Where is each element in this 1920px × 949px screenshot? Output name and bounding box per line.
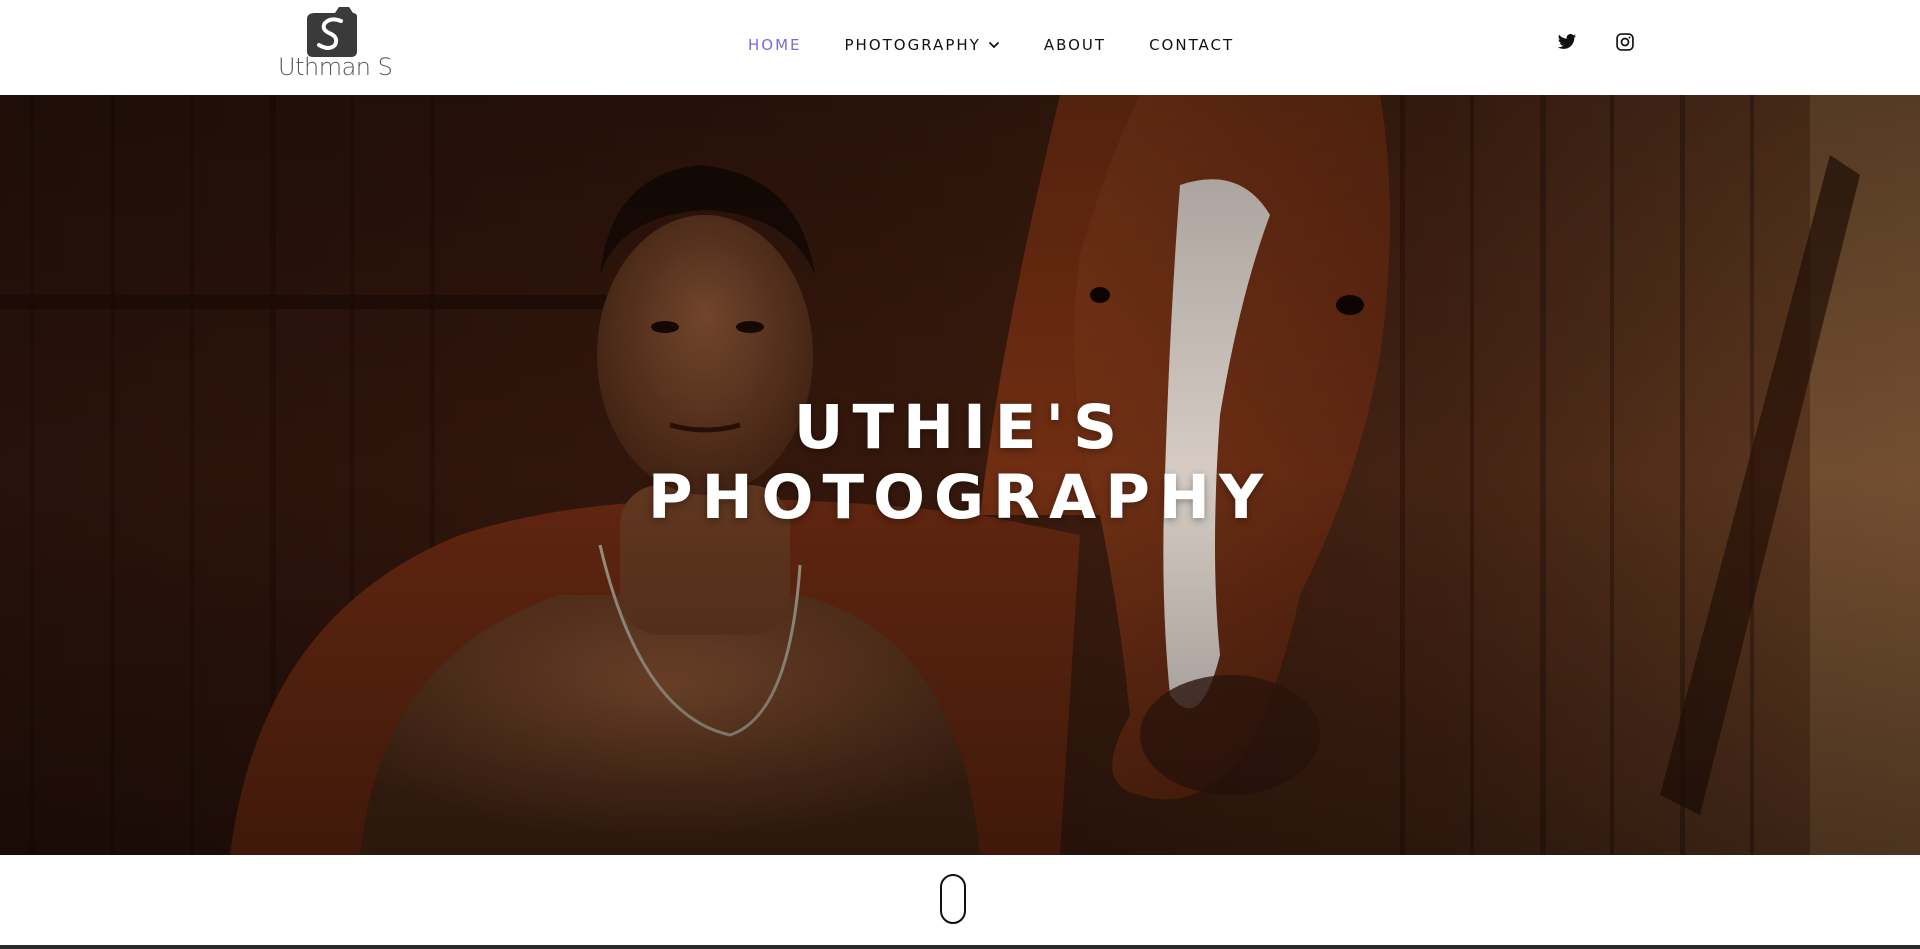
nav-contact[interactable]: CONTACT xyxy=(1149,36,1234,54)
twitter-link[interactable] xyxy=(1557,32,1577,52)
hero-title-line2: PHOTOGRAPHY xyxy=(647,462,1273,533)
site-header: Uthman S HOME PHOTOGRAPHY ABOUT CONTACT xyxy=(0,0,1920,95)
chevron-down-icon xyxy=(988,42,999,48)
scroll-area xyxy=(0,855,1920,949)
instagram-link[interactable] xyxy=(1615,32,1635,52)
nav-contact-label: CONTACT xyxy=(1149,36,1235,54)
nav-about-label: ABOUT xyxy=(1043,36,1107,54)
nav-photography-label: PHOTOGRAPHY xyxy=(844,36,981,54)
nav-photography[interactable]: PHOTOGRAPHY xyxy=(845,36,1001,54)
nav-home[interactable]: HOME xyxy=(748,36,802,54)
nav-about[interactable]: ABOUT xyxy=(1044,36,1106,54)
twitter-icon xyxy=(1557,34,1577,49)
scroll-mouse-icon[interactable] xyxy=(940,874,966,924)
logo-text: Uthman S xyxy=(278,53,393,81)
site-logo[interactable]: Uthman S xyxy=(278,5,393,81)
hero-title-line1: UTHIE'S xyxy=(793,392,1127,463)
main-nav: HOME PHOTOGRAPHY ABOUT CONTACT xyxy=(748,34,1234,56)
camera-s-logo-icon xyxy=(307,7,357,57)
hero-section: UTHIE'S PHOTOGRAPHY xyxy=(0,95,1920,855)
instagram-icon xyxy=(1616,33,1634,51)
hero-title: UTHIE'S PHOTOGRAPHY xyxy=(0,393,1920,533)
bottom-divider xyxy=(0,945,1920,949)
nav-home-label: HOME xyxy=(748,36,802,54)
